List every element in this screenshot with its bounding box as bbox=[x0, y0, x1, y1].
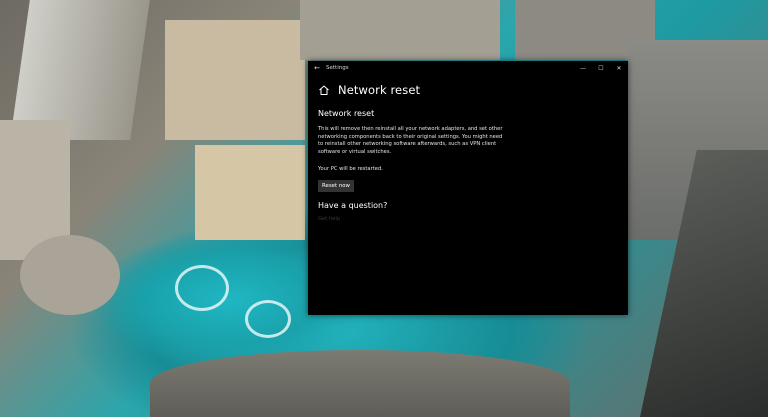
get-help-link[interactable]: Get help bbox=[318, 216, 628, 222]
restart-note: Your PC will be restarted. bbox=[318, 166, 383, 173]
page-header: Network reset bbox=[308, 83, 628, 97]
close-button[interactable]: ✕ bbox=[610, 65, 628, 72]
minimize-button[interactable]: — bbox=[574, 65, 592, 72]
back-arrow-icon[interactable]: ← bbox=[308, 64, 326, 72]
maximize-button[interactable]: ☐ bbox=[592, 65, 610, 72]
reset-now-button[interactable]: Reset now bbox=[318, 180, 354, 193]
page-title: Network reset bbox=[338, 83, 421, 97]
window-title: Settings bbox=[326, 65, 349, 71]
section-title: Network reset bbox=[318, 109, 375, 118]
reset-description: This will remove then reinstall all your… bbox=[318, 126, 503, 155]
home-icon[interactable] bbox=[318, 84, 330, 96]
settings-window: ← Settings — ☐ ✕ Network reset Network r… bbox=[308, 61, 628, 315]
help-heading: Have a question? bbox=[318, 201, 388, 211]
title-bar: ← Settings — ☐ ✕ bbox=[308, 61, 628, 75]
